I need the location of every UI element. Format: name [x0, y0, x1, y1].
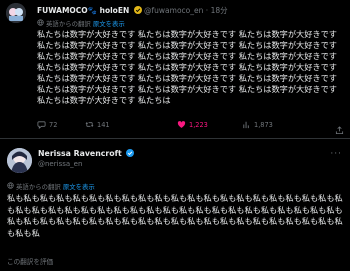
post-text: 私たちは数字が大好きです 私たちは数字が大好きです 私たちは数字が大好きです 私…: [37, 29, 337, 105]
post-time[interactable]: 18分: [211, 6, 228, 15]
more-options-icon[interactable]: ···: [330, 149, 342, 159]
verified-badge-icon: [126, 149, 135, 157]
repost-button[interactable]: 141: [85, 120, 110, 129]
post-header: Nerissa Ravencroft: [38, 149, 135, 158]
translated-label: 英語からの翻訳: [46, 20, 91, 28]
post-header: FUWAMOCO🐾 holoEN @fuwamoco_en · 18分: [37, 5, 228, 16]
dot-separator: ·: [205, 6, 209, 15]
repost-count: 141: [97, 120, 110, 129]
author-handle[interactable]: @nerissa_en: [38, 160, 82, 168]
post-fuwamoco[interactable]: FUWAMOCO🐾 holoEN @fuwamoco_en · 18分 英語から…: [0, 0, 350, 140]
avatar[interactable]: [7, 148, 32, 173]
avatar-image: [6, 3, 26, 23]
translated-label: 英語からの翻訳: [16, 183, 61, 191]
post-nerissa[interactable]: Nerissa Ravencroft @nerissa_en ··· 英語からの…: [0, 140, 350, 271]
share-button[interactable]: [335, 120, 344, 139]
avatar[interactable]: [6, 3, 26, 23]
rate-translation-link[interactable]: この翻訳を評価: [7, 256, 53, 266]
author-handle[interactable]: @fuwamoco_en: [144, 6, 203, 15]
share-icon: [335, 126, 344, 135]
translation-notice: 英語からの翻訳 原文を表示: [7, 182, 95, 191]
globe-icon: [37, 19, 44, 26]
reply-button[interactable]: 72: [37, 120, 57, 129]
post-text: 私も私も私も私も私も私も私も私も私も私も私も私も私も私も私も私も私も私も私も私も…: [7, 193, 343, 238]
repost-icon: [85, 122, 94, 127]
avatar-image: [7, 148, 32, 173]
like-button[interactable]: 1,223: [177, 120, 208, 129]
author-name[interactable]: FUWAMOCO🐾 holoEN: [37, 6, 129, 15]
action-bar: 72 141 1,223 1,873: [37, 120, 337, 134]
views-count: 1,873: [254, 120, 273, 129]
views-button[interactable]: 1,873: [242, 120, 273, 129]
reply-count: 72: [49, 120, 58, 129]
heart-icon: [177, 121, 186, 128]
verified-badge-icon: [133, 6, 142, 14]
views-icon: [243, 121, 249, 129]
divider: [0, 138, 350, 139]
like-count: 1,223: [189, 120, 208, 129]
author-name[interactable]: Nerissa Ravencroft: [38, 149, 122, 158]
show-original-link[interactable]: 原文を表示: [63, 183, 95, 191]
reply-icon: [37, 121, 46, 129]
globe-icon: [7, 182, 14, 189]
show-original-link[interactable]: 原文を表示: [93, 20, 125, 28]
translation-notice: 英語からの翻訳 原文を表示: [37, 19, 125, 28]
